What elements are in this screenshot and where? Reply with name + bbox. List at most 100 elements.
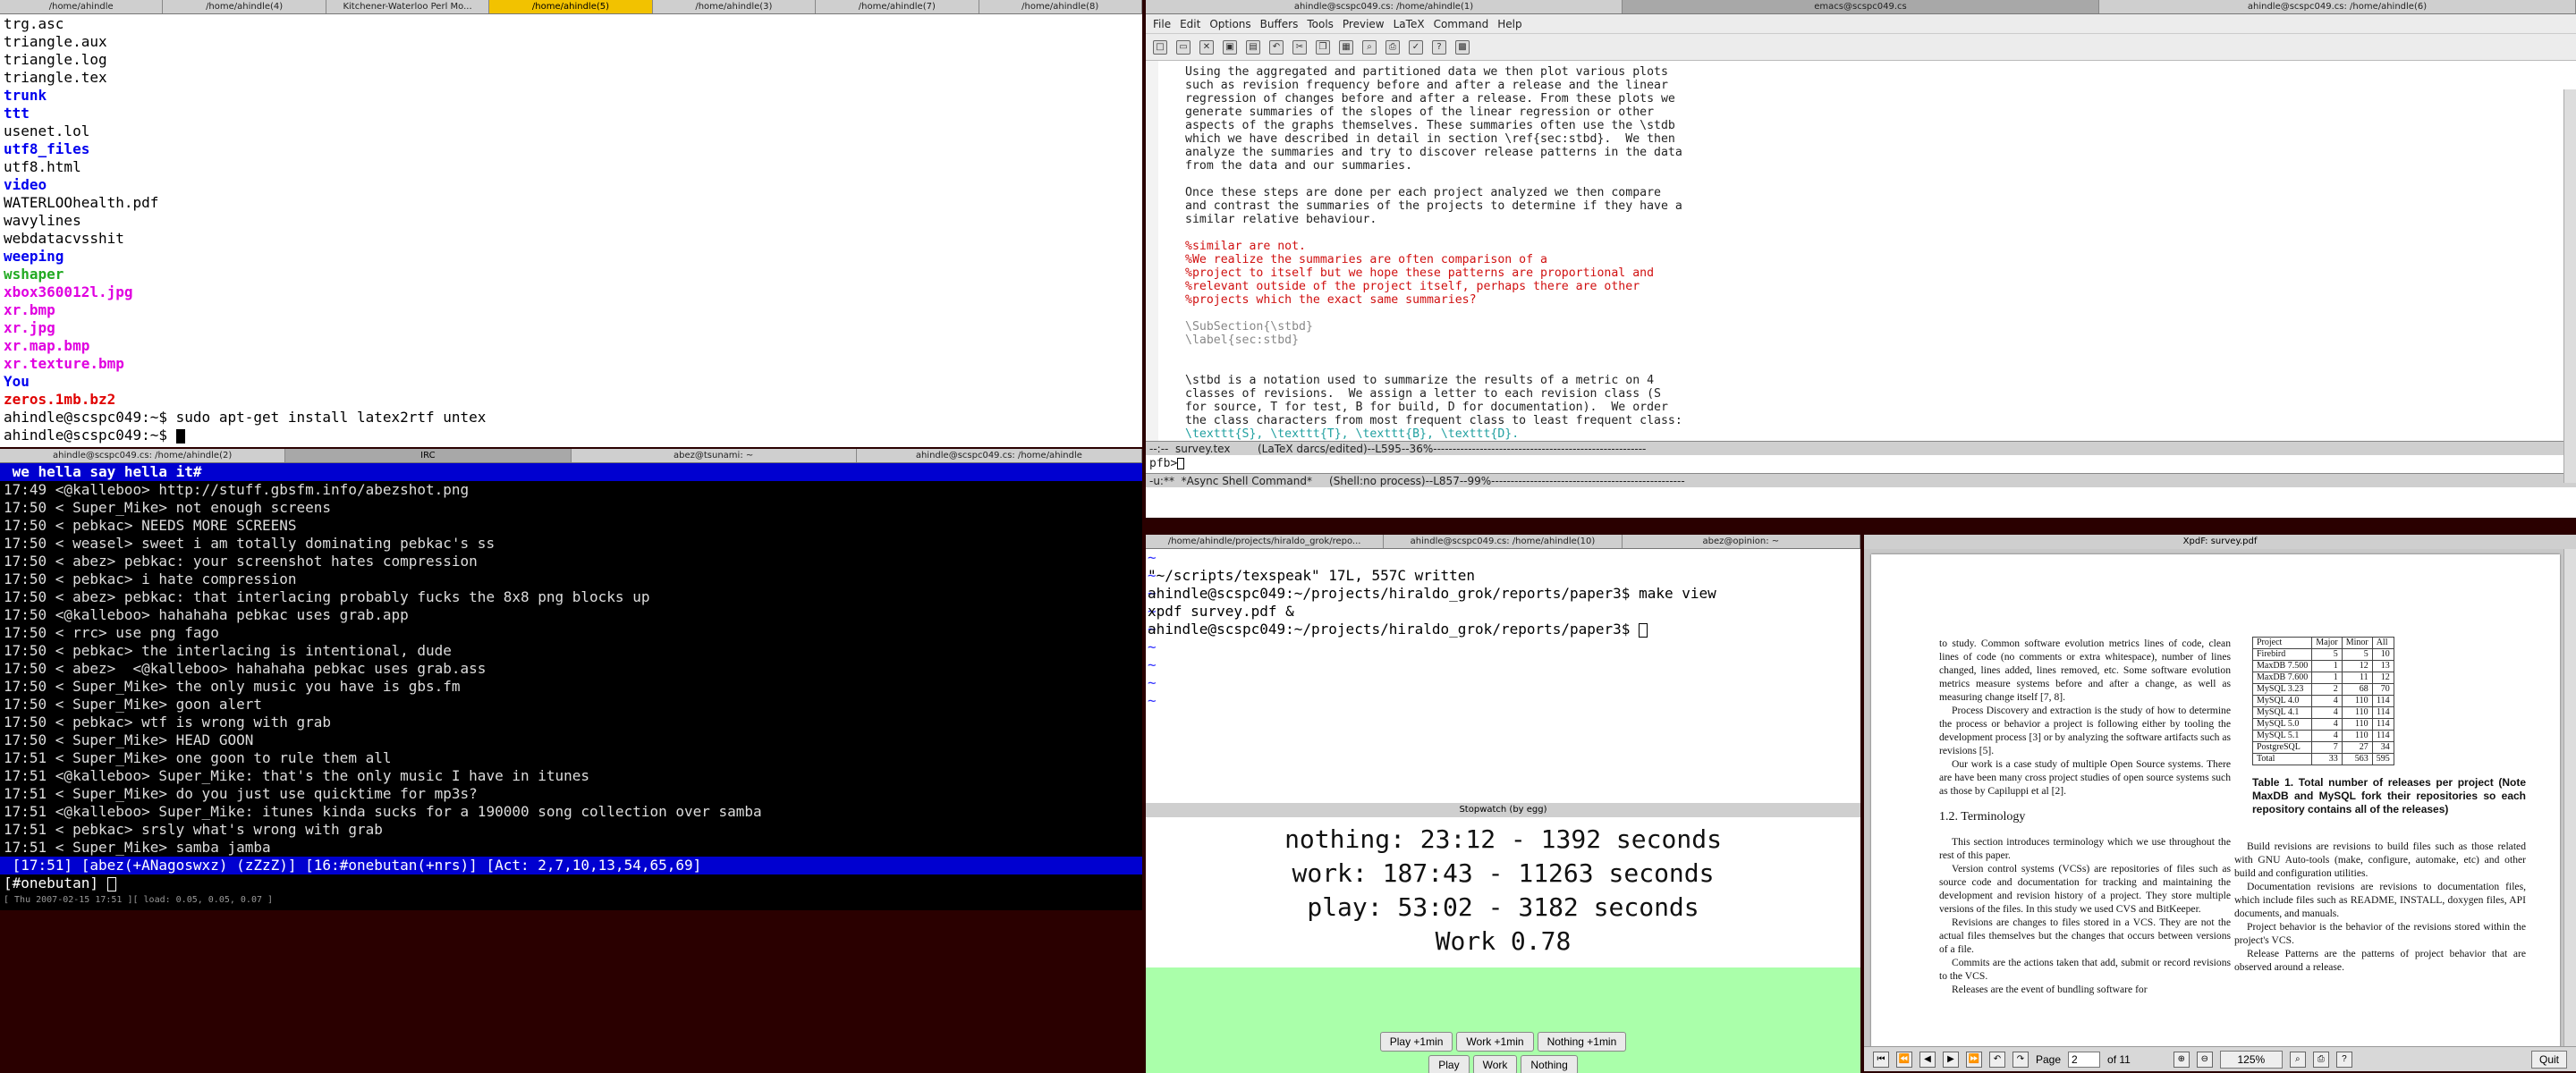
tab-home-ahindle-5[interactable]: /home/ahindle(5) (489, 0, 653, 13)
empty-line-tilde: ~ (1148, 549, 1157, 566)
shell-line: xpdf survey.pdf & (1148, 603, 1294, 620)
forward-icon[interactable]: ↷ (2012, 1051, 2029, 1068)
irc-message: 17:50 < Super_Mike> the only music you h… (4, 678, 461, 695)
undo-icon[interactable]: ↶ (1269, 39, 1284, 55)
prev-page-icon[interactable]: ◀ (1919, 1051, 1936, 1068)
zoom-in-icon[interactable]: ⊕ (2173, 1051, 2190, 1068)
paste-icon[interactable]: ▦ (1339, 39, 1353, 55)
tab-projects-repo[interactable]: /home/ahindle/projects/hiraldo_grok/repo… (1146, 535, 1385, 548)
print-icon[interactable]: ⎙ (1385, 39, 1400, 55)
latex-line (1185, 226, 2576, 240)
tab-kitchener-perl[interactable]: Kitchener-Waterloo Perl Mo... (326, 0, 490, 13)
vim-empty-lines: ~ ~ ~ ~ ~ ~ ~ ~ ~ (1148, 549, 1860, 709)
table-cell: 10 (2371, 648, 2394, 661)
table-cell: 110 (2341, 730, 2373, 742)
pdf-page-view[interactable]: to study. Common software evolution metr… (1864, 549, 2563, 1046)
save-as-icon[interactable]: ▤ (1246, 39, 1260, 55)
mode-button[interactable]: Work (1472, 1055, 1518, 1073)
table-cell: 2 (2311, 683, 2343, 696)
help-icon[interactable]: ? (1432, 39, 1446, 55)
tab-home-ahindle-2[interactable]: ahindle@scspc049.cs: /home/ahindle(2) (0, 449, 286, 462)
mode-button[interactable]: Nothing (1521, 1055, 1578, 1073)
shell-line: ahindle@scspc049:~/projects/hiraldo_grok… (1148, 585, 1716, 602)
preferences-icon[interactable]: ✓ (1409, 39, 1423, 55)
open-folder-icon[interactable]: ▭ (1176, 39, 1191, 55)
irc-input[interactable]: [#onebutan] (0, 874, 1142, 892)
tab-abez-opinion[interactable]: abez@opinion: ~ (1623, 535, 1860, 548)
first-page-icon[interactable]: ⏮ (1873, 1051, 1889, 1068)
irc-message: 17:50 < pebkac> the interlacing is inten… (4, 642, 452, 659)
pdf-left-column: to study. Common software evolution metr… (1939, 637, 2231, 996)
tab-home-ahindle-10[interactable]: ahindle@scspc049.cs: /home/ahindle(10) (1384, 535, 1623, 548)
table-cell: MySQL 5.0 (2251, 718, 2313, 731)
pdf-scrollbar[interactable] (2563, 549, 2576, 1046)
back-icon[interactable]: ↶ (1989, 1051, 2005, 1068)
irc-statusbar: [17:51] [abez(+ANagoswxz) (zZzZ)] [16:#o… (0, 857, 1142, 874)
save-icon[interactable]: ▣ (1223, 39, 1237, 55)
find-icon[interactable]: ⌕ (2289, 1051, 2306, 1068)
terminal-file-listing[interactable]: trg.asc triangle.aux triangle.log triangle.… (0, 14, 1142, 447)
tab-emacs[interactable]: emacs@scspc049.cs (1623, 0, 2099, 13)
menu-help[interactable]: Help (1497, 18, 1521, 30)
menu-buffers[interactable]: Buffers (1260, 18, 1299, 30)
irc-message: 17:50 < pebkac> NEEDS MORE SCREENS (4, 517, 297, 534)
terminal-line: trunk (4, 87, 47, 104)
irc-window[interactable]: we hella say hella it# 17:49 <@kalleboo>… (0, 463, 1142, 910)
terminal-line: xr.texture.bmp (4, 355, 124, 372)
stopwatch-controls: Play +1min Work +1min Nothing +1min Play Wo… (1146, 967, 1860, 1073)
latex-line: analyze the summaries and try to discove… (1185, 146, 1682, 159)
stopwatch-window: Stopwatch (by egg) nothing: 23:12 - 1392… (1146, 803, 1860, 1073)
text-cursor (1639, 622, 1648, 638)
gnu-icon[interactable]: ▩ (1455, 39, 1470, 55)
table-row: MaxDB 7.600 1 11 12 (2251, 672, 2394, 684)
prev-10-icon[interactable]: ⏪ (1896, 1051, 1912, 1068)
tab-home-ahindle-1[interactable]: ahindle@scspc049.cs: /home/ahindle(1) (1146, 0, 1623, 13)
latex-line: and contrast the summaries of the projec… (1185, 199, 1682, 213)
tab-home-ahindle[interactable]: /home/ahindle (0, 0, 164, 13)
menu-preview[interactable]: Preview (1343, 18, 1385, 30)
tab-abez-tsunami[interactable]: abez@tsunami: ~ (572, 449, 857, 462)
tab-home-ahindle-4[interactable]: /home/ahindle(4) (163, 0, 326, 13)
menu-command[interactable]: Command (1434, 18, 1489, 30)
close-icon[interactable]: ✕ (1199, 39, 1214, 55)
tab-home-ahindle-6[interactable]: ahindle@scspc049.cs: /home/ahindle(6) (2099, 0, 2576, 13)
increment-buttons: Play +1min Work +1min Nothing +1min (1146, 1032, 1860, 1052)
menu-file[interactable]: File (1153, 18, 1171, 30)
menu-latex[interactable]: LaTeX (1394, 18, 1425, 30)
tab-home-ahindle-8[interactable]: /home/ahindle(8) (979, 0, 1142, 13)
cut-icon[interactable]: ✂ (1292, 39, 1307, 55)
terminal-line: weeping (4, 248, 64, 265)
menu-edit[interactable]: Edit (1180, 18, 1200, 30)
tab-home-ahindle-7[interactable]: /home/ahindle(7) (816, 0, 979, 13)
emacs-minibuffer[interactable]: pfb> (1146, 455, 2576, 473)
latex-buffer[interactable]: Using the aggregated and partitioned dat… (1146, 61, 2576, 441)
menu-options[interactable]: Options (1209, 18, 1250, 30)
text-cursor (175, 428, 185, 444)
table-cell: 4 (2311, 730, 2343, 742)
zoom-out-icon[interactable]: ⊖ (2196, 1051, 2213, 1068)
latex-line: Once these steps are done per each proje… (1185, 186, 1661, 199)
next-10-icon[interactable]: ⏩ (1966, 1051, 1982, 1068)
table-cell: MaxDB 7.500 (2251, 660, 2313, 672)
print-icon[interactable]: ⎙ (2312, 1051, 2329, 1068)
tab-home-ahindle-3[interactable]: /home/ahindle(3) (653, 0, 817, 13)
quit-button[interactable]: Quit (2530, 1050, 2567, 1069)
new-file-icon[interactable]: □ (1153, 39, 1167, 55)
copy-icon[interactable]: ❐ (1316, 39, 1330, 55)
emacs-scrollbar[interactable] (2563, 89, 2576, 483)
search-icon[interactable]: ⌕ (1362, 39, 1377, 55)
next-page-icon[interactable]: ▶ (1943, 1051, 1959, 1068)
menu-tools[interactable]: Tools (1307, 18, 1334, 30)
add-minute-button[interactable]: Work +1min (1456, 1032, 1534, 1052)
add-minute-button[interactable]: Nothing +1min (1537, 1032, 1627, 1052)
tab-home-ahindle-scspc[interactable]: ahindle@scspc049.cs: /home/ahindle (857, 449, 1142, 462)
zoom-select[interactable]: 125% (2219, 1050, 2283, 1069)
tab-irc[interactable]: IRC (285, 449, 572, 462)
table-cell: 27 (2341, 741, 2373, 754)
shell-terminal[interactable]: ~ ~ ~ ~ ~ ~ ~ ~ ~ "~/scripts/texspeak" 17L, 557C… (1146, 549, 1860, 803)
about-icon[interactable]: ? (2335, 1051, 2352, 1068)
table-cell: 110 (2341, 718, 2373, 731)
page-number-input[interactable]: 2 (2068, 1051, 2101, 1068)
add-minute-button[interactable]: Play +1min (1379, 1032, 1453, 1052)
mode-button[interactable]: Play (1428, 1055, 1470, 1073)
